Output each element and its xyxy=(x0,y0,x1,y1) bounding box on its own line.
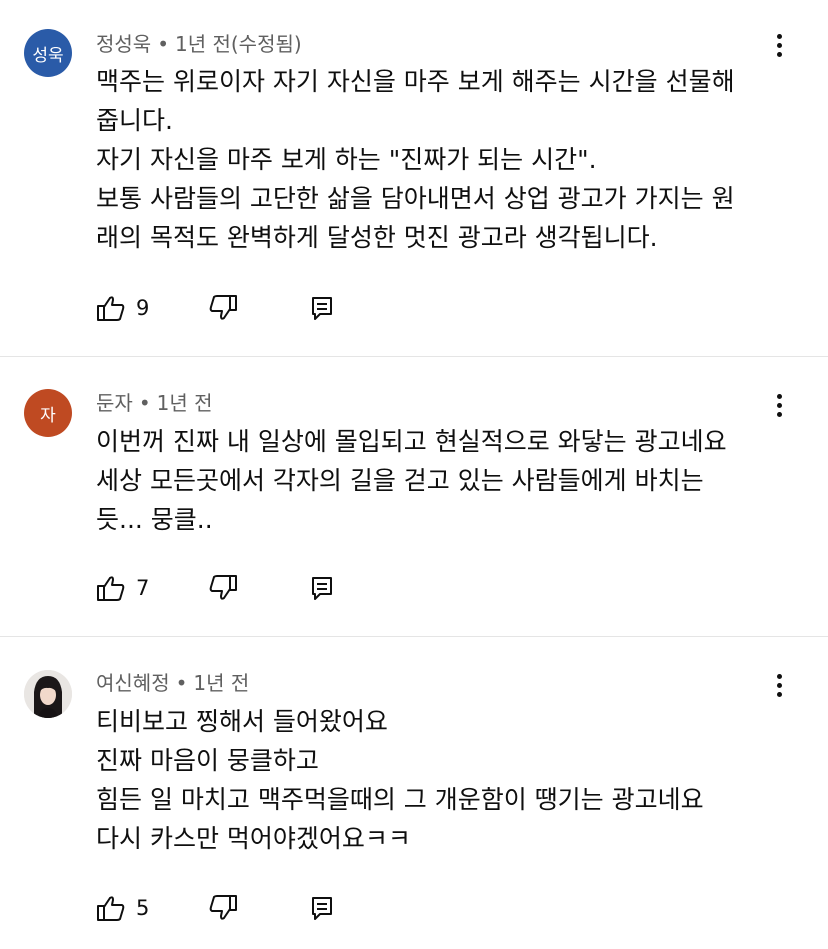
author-name[interactable]: 정성욱 xyxy=(96,32,151,56)
dislike-button[interactable] xyxy=(208,293,238,323)
comment-header: 여신혜정 • 1년 전 xyxy=(96,670,249,696)
reply-button[interactable] xyxy=(310,573,334,603)
thumb-down-icon xyxy=(209,575,237,600)
thumb-up-icon xyxy=(97,296,125,321)
like-count: 9 xyxy=(136,296,150,320)
avatar[interactable]: 자 xyxy=(24,389,72,437)
reply-icon xyxy=(312,577,332,600)
comment-line: 듯... 뭉클.. xyxy=(96,505,213,534)
comment-line: 다시 카스만 먹어야겠어요ㅋㅋ xyxy=(96,824,411,853)
like-count: 7 xyxy=(136,576,150,600)
comment-text: 이번꺼 진짜 내 일상에 몰입되고 현실적으로 와닿는 광고네요 세상 모든곳에… xyxy=(96,422,786,539)
like-button[interactable]: 5 xyxy=(96,893,149,923)
comment-actions: 9 xyxy=(96,293,356,323)
comment-line: 세상 모든곳에서 각자의 길을 걷고 있는 사람들에게 바치는 xyxy=(96,466,704,495)
comment-line: 래의 목적도 완벽하게 달성한 멋진 광고라 생각됩니다. xyxy=(96,223,658,252)
comment-line: 맥주는 위로이자 자기 자신을 마주 보게 해주는 시간을 선물해 xyxy=(96,67,735,96)
comment: 성욱 정성욱 • 1년 전(수정됨) 맥주는 위로이자 자기 자신을 마주 보게 해… xyxy=(0,0,828,356)
comment-line: 보통 사람들의 고단한 삶을 담아내면서 상업 광고가 가지는 원 xyxy=(96,184,735,213)
comment-line: 진짜 마음이 뭉클하고 xyxy=(96,746,319,775)
author-name[interactable]: 여신혜정 xyxy=(96,671,170,695)
thumb-down-icon xyxy=(209,895,237,920)
thumb-down-icon xyxy=(209,295,237,320)
reply-icon xyxy=(312,297,332,320)
more-vert-icon[interactable] xyxy=(766,391,792,421)
reply-button[interactable] xyxy=(310,293,334,323)
comment-header: 정성욱 • 1년 전(수정됨) xyxy=(96,31,302,57)
comment-line: 줍니다. xyxy=(96,106,173,135)
comment-text: 티비보고 찡해서 들어왔어요 진짜 마음이 뭉클하고 힘든 일 마치고 맥주먹을… xyxy=(96,702,786,858)
timestamp[interactable]: 1년 전 xyxy=(193,671,249,695)
avatar[interactable]: 성욱 xyxy=(24,29,72,77)
reply-button[interactable] xyxy=(310,893,334,923)
timestamp[interactable]: 1년 전(수정됨) xyxy=(175,32,302,56)
comment-line: 이번꺼 진짜 내 일상에 몰입되고 현실적으로 와닿는 광고네요 xyxy=(96,427,727,456)
comment-actions: 5 xyxy=(96,893,356,923)
comment-text: 맥주는 위로이자 자기 자신을 마주 보게 해주는 시간을 선물해 줍니다. 자… xyxy=(96,62,786,257)
more-vert-icon[interactable] xyxy=(766,671,792,701)
more-vert-icon[interactable] xyxy=(766,31,792,61)
timestamp[interactable]: 1년 전 xyxy=(157,391,213,415)
comment: 자 둔자 • 1년 전 이번꺼 진짜 내 일상에 몰입되고 현실적으로 와닿는 광고… xyxy=(0,357,828,636)
like-count: 5 xyxy=(136,896,150,920)
comment-actions: 7 xyxy=(96,573,356,603)
reply-icon xyxy=(312,897,332,920)
separator-dot: • xyxy=(175,671,188,695)
separator-dot: • xyxy=(157,32,169,56)
thumb-up-icon xyxy=(97,576,125,601)
comment: 여신혜정 • 1년 전 티비보고 찡해서 들어왔어요 진짜 마음이 뭉클하고 힘든 … xyxy=(0,637,828,949)
avatar-photo xyxy=(24,670,72,718)
like-button[interactable]: 9 xyxy=(96,293,149,323)
comment-header: 둔자 • 1년 전 xyxy=(96,390,213,416)
avatar[interactable] xyxy=(24,670,72,718)
comment-line: 티비보고 찡해서 들어왔어요 xyxy=(96,707,388,736)
like-button[interactable]: 7 xyxy=(96,573,149,603)
thumb-up-icon xyxy=(97,896,125,921)
dislike-button[interactable] xyxy=(208,893,238,923)
author-name[interactable]: 둔자 xyxy=(96,391,133,415)
separator-dot: • xyxy=(138,391,151,415)
comment-line: 힘든 일 마치고 맥주먹을때의 그 개운함이 땡기는 광고네요 xyxy=(96,785,704,814)
comment-line: 자기 자신을 마주 보게 하는 "진짜가 되는 시간". xyxy=(96,145,597,174)
dislike-button[interactable] xyxy=(208,573,238,603)
